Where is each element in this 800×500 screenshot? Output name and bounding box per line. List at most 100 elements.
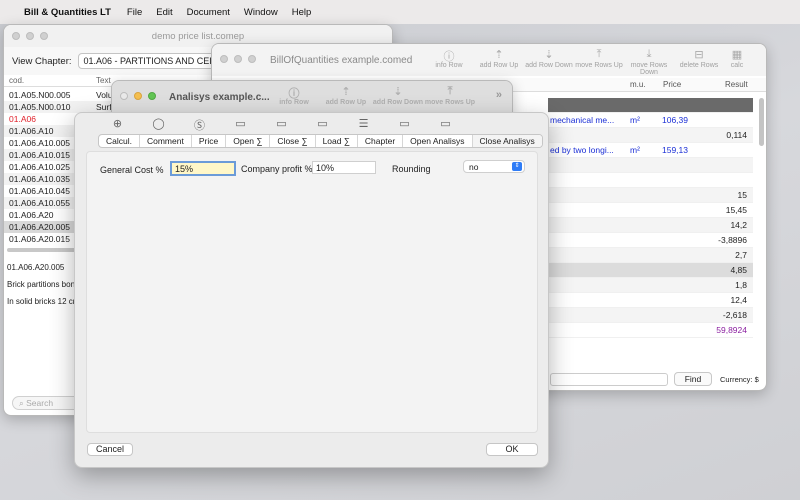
general-cost-label: General Cost % xyxy=(100,165,164,175)
toolbar-overflow-icon[interactable]: » xyxy=(496,89,502,101)
col-code[interactable]: cod. xyxy=(9,76,24,85)
cancel-button[interactable]: Cancel xyxy=(87,443,133,456)
search-input[interactable]: ⌕ Search xyxy=(12,396,82,410)
zoom-icon[interactable] xyxy=(148,92,156,100)
general-cost-field[interactable]: 15% xyxy=(170,161,236,176)
minimize-icon[interactable] xyxy=(134,92,142,100)
add-row-down-icon: ⇣ xyxy=(544,49,554,61)
menu-window[interactable]: Window xyxy=(244,7,278,18)
analysis-settings-sheet: ⊕ ◯ Ⓢ ▭ ▭ ▭ ☰ ▭ ▭ Calcul. Comment Price … xyxy=(74,112,549,468)
price-icon[interactable]: Ⓢ xyxy=(179,117,220,133)
tab-close-sum[interactable]: Close ∑ xyxy=(270,135,316,147)
add-row-down-button[interactable]: ⇣ add Row Down xyxy=(524,48,574,76)
table-row[interactable]: 2,7 xyxy=(548,248,753,263)
boq-toolbar: ⓘ info Row ⇡ add Row Up ⇣ add Row Down ⤒ mov… xyxy=(424,48,750,76)
table-row[interactable] xyxy=(548,173,753,188)
move-rows-down-button[interactable]: ⤓ move Rows Down xyxy=(624,48,674,76)
calc-button[interactable]: ▦ calc xyxy=(724,48,750,76)
menubar: Bill & Quantities LT File Edit Document … xyxy=(0,0,800,24)
boq-titlebar: BillOfQuantities example.comed ⓘ info Row… xyxy=(212,44,766,76)
folder-icon[interactable]: ▭ xyxy=(261,117,302,133)
move-up-icon: ⤒ xyxy=(447,85,453,97)
find-input[interactable] xyxy=(550,373,668,386)
col-result[interactable]: Result xyxy=(725,80,748,89)
table-row[interactable]: 59,8924 xyxy=(548,323,753,338)
add-row-up-icon: ⇡ xyxy=(494,49,504,61)
menu-edit[interactable]: Edit xyxy=(156,7,172,18)
table-row[interactable] xyxy=(548,98,753,113)
close-analysis-icon[interactable]: ▭ xyxy=(425,117,466,133)
add-row-down-button[interactable]: ⇣ add Row Down xyxy=(372,85,424,106)
add-row-down-icon: ⇣ xyxy=(393,86,403,98)
calc-icon[interactable]: ⊕ xyxy=(97,117,138,133)
folder-open-icon[interactable]: ▭ xyxy=(220,117,261,133)
table-row[interactable]: -2,618 xyxy=(548,308,753,323)
tab-bar: Calcul. Comment Price Open ∑ Close ∑ Loa… xyxy=(98,134,543,148)
comment-icon[interactable]: ◯ xyxy=(138,117,179,133)
add-row-up-button[interactable]: ⇡ add Row Up xyxy=(474,48,524,76)
tab-price[interactable]: Price xyxy=(192,135,227,147)
table-row[interactable] xyxy=(548,158,753,173)
close-icon[interactable] xyxy=(12,32,20,40)
zoom-icon[interactable] xyxy=(40,32,48,40)
tab-open-analisys[interactable]: Open Analisys xyxy=(403,135,473,147)
analysis-titlebar: Analisys example.c... ⓘ info Row ⇡ add Row… xyxy=(112,81,512,113)
tab-chapter[interactable]: Chapter xyxy=(358,135,404,147)
table-row[interactable]: m² 106,39 xyxy=(548,113,753,128)
col-text[interactable]: Text xyxy=(96,76,111,85)
info-row-button[interactable]: ⓘ info Row xyxy=(424,48,474,76)
ok-button[interactable]: OK xyxy=(486,443,538,456)
open-analysis-icon[interactable]: ▭ xyxy=(384,117,425,133)
delete-icon: ⊟ xyxy=(694,49,704,61)
tab-load-sum[interactable]: Load ∑ xyxy=(316,135,358,147)
chevron-updown-icon: ⇕ xyxy=(512,162,522,171)
chapter-label: View Chapter: xyxy=(12,55,72,67)
boq-grid: m² 106,39 0,114 m² 159,13 15 15,45 14,2 -3… xyxy=(548,98,753,338)
col-price[interactable]: Price xyxy=(663,80,681,89)
add-row-up-button[interactable]: ⇡ add Row Up xyxy=(320,85,372,106)
table-row[interactable]: -3,8896 xyxy=(548,233,753,248)
menu-file[interactable]: File xyxy=(127,7,142,18)
calculator-icon: ▦ xyxy=(731,49,743,61)
info-row-button[interactable]: ⓘ info Row xyxy=(268,85,320,106)
app-menu[interactable]: Bill & Quantities LT xyxy=(24,7,111,18)
tab-open-sum[interactable]: Open ∑ xyxy=(226,135,271,147)
col-mu[interactable]: m.u. xyxy=(630,80,646,89)
tab-icons: ⊕ ◯ Ⓢ ▭ ▭ ▭ ☰ ▭ ▭ xyxy=(97,117,466,133)
tab-close-analisys[interactable]: Close Analisys xyxy=(472,135,542,147)
find-button[interactable]: Find xyxy=(674,372,712,386)
list-item[interactable]: 01.A05.N00.005 Volu xyxy=(4,89,114,101)
close-icon[interactable] xyxy=(220,55,228,63)
window-title: demo price list.comep xyxy=(151,30,245,42)
table-row[interactable]: m² 159,13 xyxy=(548,143,753,158)
tab-calcul[interactable]: Calcul. xyxy=(99,135,140,147)
add-row-up-icon: ⇡ xyxy=(341,86,351,98)
zoom-icon[interactable] xyxy=(248,55,256,63)
delete-rows-button[interactable]: ⊟ delete Rows xyxy=(674,48,724,76)
minimize-icon[interactable] xyxy=(26,32,34,40)
window-title: BillOfQuantities example.comed xyxy=(270,54,413,66)
search-icon: ⌕ xyxy=(19,398,24,408)
move-down-icon: ⤓ xyxy=(646,48,652,60)
tab-comment[interactable]: Comment xyxy=(140,135,192,147)
table-row[interactable]: 4,85 xyxy=(548,263,753,278)
move-rows-up-button[interactable]: ⤒ move Rows Up xyxy=(574,48,624,76)
info-icon: ⓘ xyxy=(443,51,455,63)
table-row[interactable]: 12,4 xyxy=(548,293,753,308)
table-row[interactable]: 15,45 xyxy=(548,203,753,218)
vertical-scrollbar[interactable] xyxy=(759,98,764,146)
table-row[interactable]: 1,8 xyxy=(548,278,753,293)
menu-document[interactable]: Document xyxy=(187,7,230,18)
table-row[interactable]: 14,2 xyxy=(548,218,753,233)
company-profit-field[interactable]: 10% xyxy=(312,161,376,174)
load-icon[interactable]: ▭ xyxy=(302,117,343,133)
rounding-select[interactable]: no ⇕ xyxy=(463,160,525,173)
close-icon[interactable] xyxy=(120,92,128,100)
menu-help[interactable]: Help xyxy=(292,7,312,18)
chapter-icon[interactable]: ☰ xyxy=(343,117,384,133)
table-row[interactable]: 15 xyxy=(548,188,753,203)
rounding-label: Rounding xyxy=(392,164,431,174)
table-row[interactable]: 0,114 xyxy=(548,128,753,143)
minimize-icon[interactable] xyxy=(234,55,242,63)
move-rows-up-button[interactable]: ⤒ move Rows Up xyxy=(424,85,476,106)
